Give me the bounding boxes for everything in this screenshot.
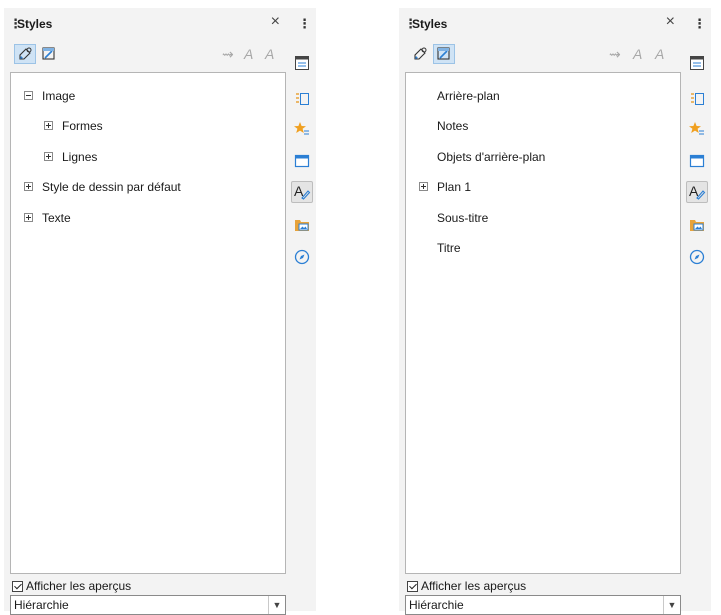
chevron-down-icon[interactable]: ▼ — [268, 596, 285, 614]
styles-panel-drawing: ⋮ Styles × ⇝ A A Image Formes Lignes Sty… — [4, 8, 316, 615]
show-previews-checkbox[interactable]: Afficher les aperçus — [12, 578, 131, 594]
show-previews-label: Afficher les aperçus — [421, 579, 527, 593]
new-style-from-selection-icon[interactable]: A — [633, 46, 642, 62]
fill-format-icon[interactable]: ⇝ — [222, 46, 234, 63]
new-style-from-selection-icon[interactable]: A — [244, 46, 253, 62]
star-icon — [294, 122, 309, 135]
update-style-icon[interactable]: A — [265, 46, 274, 62]
gallery-folder-icon — [295, 220, 309, 231]
drawing-styles-button[interactable] — [409, 44, 431, 64]
panel-title: Styles — [412, 17, 448, 31]
compass-icon — [689, 249, 705, 265]
slide-transition-tab-button[interactable] — [291, 88, 313, 110]
properties-icon — [295, 56, 309, 70]
star-icon — [689, 122, 704, 135]
paintbrush-icon — [19, 47, 32, 60]
properties-tab-button[interactable] — [686, 52, 708, 74]
properties-icon — [690, 56, 704, 70]
presentation-styles-icon — [437, 47, 450, 60]
style-filter-select[interactable]: Hiérarchie ▼ — [405, 595, 681, 615]
expand-icon[interactable] — [24, 182, 33, 191]
slide-list-icon — [691, 93, 704, 105]
update-style-icon[interactable]: A — [655, 46, 664, 62]
styles-tab-button[interactable]: A — [291, 181, 313, 203]
presentation-styles-button[interactable] — [433, 44, 455, 64]
style-filter-value: Hiérarchie — [409, 598, 464, 612]
panel-title: Styles — [17, 17, 53, 31]
expand-icon[interactable] — [419, 182, 428, 191]
styles-toolbar: ⇝ A A — [4, 38, 286, 70]
master-slides-tab-button[interactable] — [686, 150, 708, 172]
styles-panel-presentation: ⋮ Styles × ⇝ A A Arrière-plan Notes Obje… — [399, 8, 711, 615]
gallery-tab-button[interactable] — [291, 214, 313, 236]
styles-icon: A — [689, 183, 706, 200]
styles-deck: ⋮ Styles × ⇝ A A — [399, 8, 681, 615]
drawing-styles-button[interactable] — [14, 44, 36, 64]
navigator-tab-button[interactable] — [686, 246, 708, 268]
expand-icon[interactable] — [44, 152, 53, 161]
panel-titlebar: ⋮ Styles × — [4, 8, 286, 38]
presentation-styles-icon — [42, 47, 55, 60]
checkbox-checked-icon[interactable] — [12, 580, 23, 592]
styles-icon: A — [294, 183, 311, 200]
animation-tab-button[interactable] — [686, 118, 708, 140]
chevron-down-icon[interactable]: ▼ — [663, 596, 680, 614]
close-button[interactable]: × — [271, 13, 280, 31]
sidebar-tabbar: ⋮ A — [288, 8, 316, 611]
close-button[interactable]: × — [666, 13, 675, 31]
master-slide-icon — [689, 154, 705, 168]
styles-tree[interactable]: Image Formes Lignes Style de dessin par … — [10, 72, 286, 574]
show-previews-label: Afficher les aperçus — [26, 579, 132, 593]
compass-icon — [294, 249, 310, 265]
styles-tab-button[interactable]: A — [686, 181, 708, 203]
sidebar-menu-icon[interactable]: ⋮ — [298, 16, 311, 32]
style-filter-select[interactable]: Hiérarchie ▼ — [10, 595, 286, 615]
properties-tab-button[interactable] — [291, 52, 313, 74]
sidebar-tabbar: ⋮ A — [683, 8, 711, 611]
animation-tab-button[interactable] — [291, 118, 313, 140]
slide-transition-tab-button[interactable] — [686, 88, 708, 110]
master-slide-icon — [294, 154, 310, 168]
show-previews-checkbox[interactable]: Afficher les aperçus — [407, 578, 526, 594]
master-slides-tab-button[interactable] — [291, 150, 313, 172]
gallery-tab-button[interactable] — [686, 214, 708, 236]
gallery-folder-icon — [690, 220, 704, 231]
styles-list[interactable]: Arrière-plan Notes Objets d'arrière-plan… — [405, 72, 681, 574]
panel-titlebar: ⋮ Styles × — [399, 8, 681, 38]
checkbox-checked-icon[interactable] — [407, 580, 418, 592]
sidebar-menu-icon[interactable]: ⋮ — [693, 16, 706, 32]
paintbrush-icon — [414, 47, 427, 60]
fill-format-icon[interactable]: ⇝ — [609, 46, 621, 63]
styles-deck: ⋮ Styles × ⇝ A A — [4, 8, 286, 615]
style-filter-value: Hiérarchie — [14, 598, 69, 612]
navigator-tab-button[interactable] — [291, 246, 313, 268]
styles-toolbar: ⇝ A A — [399, 38, 681, 70]
presentation-styles-button[interactable] — [38, 44, 60, 64]
expand-icon[interactable] — [44, 121, 53, 130]
slide-list-icon — [296, 93, 309, 105]
collapse-icon[interactable] — [24, 91, 33, 100]
expand-icon[interactable] — [24, 213, 33, 222]
